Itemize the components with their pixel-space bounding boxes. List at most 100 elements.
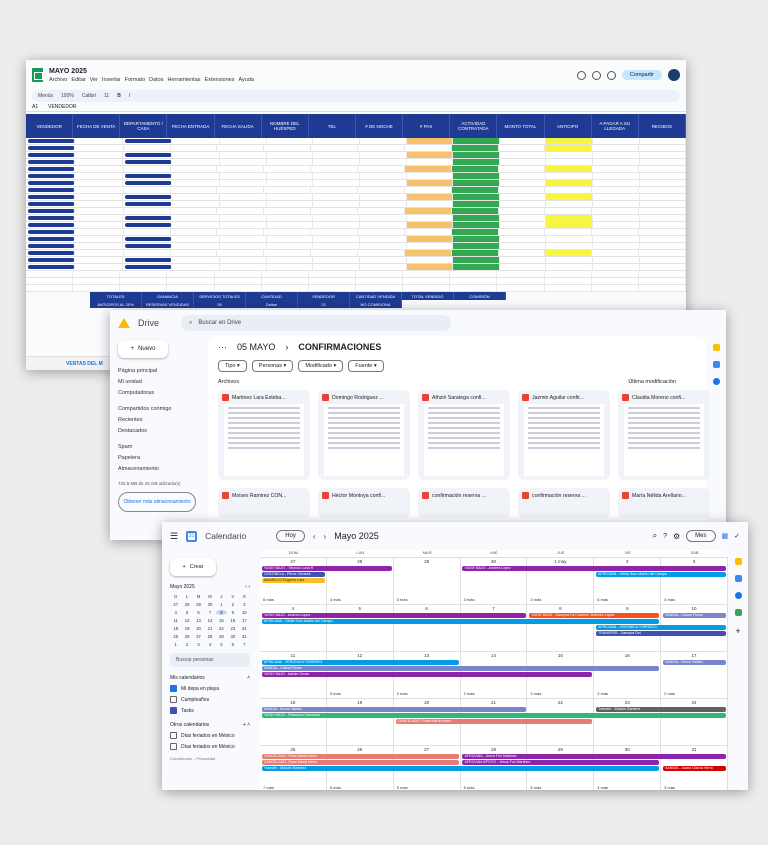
sheet-title[interactable]: MAYO 2025 xyxy=(49,68,254,75)
table-cell[interactable] xyxy=(592,250,640,256)
hamburger-icon[interactable]: ☰ xyxy=(170,531,178,542)
table-cell[interactable] xyxy=(220,201,267,207)
contacts-icon[interactable] xyxy=(712,378,720,385)
table-cell[interactable] xyxy=(546,201,593,207)
event-chip[interactable]: YATAY BAJO - Tiburcio Luna R xyxy=(261,566,392,571)
table-cell[interactable] xyxy=(217,187,265,193)
event-chip[interactable]: TRANSFER - Daneyra Del xyxy=(596,631,727,636)
event-chip[interactable]: AFRICANA - Ofelia Suro Martín del Campo xyxy=(596,572,727,577)
contacts-icon[interactable] xyxy=(734,592,742,599)
table-cell[interactable] xyxy=(28,209,75,213)
italic-icon[interactable]: I xyxy=(129,93,130,99)
mini-date[interactable]: 24 xyxy=(239,626,250,631)
menu-item[interactable]: Archivo xyxy=(49,77,67,83)
totals-cell[interactable]: Dalton xyxy=(246,300,298,308)
table-cell[interactable] xyxy=(167,278,215,284)
mini-date[interactable]: 23 xyxy=(227,626,238,631)
table-cell[interactable] xyxy=(407,257,454,263)
table-cell[interactable] xyxy=(640,138,686,144)
table-cell[interactable] xyxy=(500,201,547,207)
day-cell[interactable]: 24 xyxy=(661,699,728,745)
create-button[interactable]: + Crear xyxy=(170,558,216,576)
table-row[interactable] xyxy=(26,264,686,271)
file-card[interactable]: María Nélida Arellano... xyxy=(618,488,710,518)
calendar-item[interactable]: Mi depa en playa xyxy=(170,685,250,692)
search-people-input[interactable]: Buscar personas xyxy=(170,653,250,667)
table-cell[interactable] xyxy=(77,138,124,144)
table-cell[interactable] xyxy=(453,152,500,158)
mini-date[interactable]: 26 xyxy=(181,634,192,639)
mini-date[interactable]: 28 xyxy=(204,634,215,639)
mini-date[interactable]: 15 xyxy=(216,618,227,623)
sort-select[interactable]: Última modificación xyxy=(628,379,676,385)
table-cell[interactable] xyxy=(28,167,75,171)
table-cell[interactable] xyxy=(311,208,359,214)
checkbox[interactable] xyxy=(170,743,177,750)
table-cell[interactable] xyxy=(360,180,407,186)
table-cell[interactable] xyxy=(267,264,314,270)
day-cell[interactable]: 3 4 más xyxy=(661,558,728,604)
table-cell[interactable] xyxy=(220,138,267,144)
table-cell[interactable] xyxy=(358,250,405,256)
table-cell[interactable] xyxy=(407,173,454,179)
table-cell[interactable] xyxy=(545,250,593,256)
table-cell[interactable] xyxy=(639,250,686,256)
table-cell[interactable] xyxy=(124,208,171,214)
table-cell[interactable] xyxy=(174,243,221,249)
table-cell[interactable] xyxy=(125,265,172,269)
day-number[interactable]: 4 xyxy=(292,606,295,611)
mini-date[interactable]: 27 xyxy=(193,634,204,639)
tasks-icon[interactable] xyxy=(734,575,742,582)
mini-date[interactable]: 17 xyxy=(239,618,250,623)
table-cell[interactable] xyxy=(500,138,547,144)
keep-icon[interactable] xyxy=(734,558,742,565)
event-chip[interactable]: AFRICANA - VERONICA TORRERO xyxy=(261,660,459,665)
table-cell[interactable] xyxy=(405,229,452,235)
table-cell[interactable] xyxy=(125,244,172,248)
event-chip[interactable]: SANDIA - Liliana Flores xyxy=(663,613,727,618)
table-cell[interactable] xyxy=(640,264,686,270)
more-events-link[interactable]: 5 más xyxy=(397,785,408,790)
file-card[interactable]: Moises Ramirez CON... xyxy=(218,488,310,518)
table-cell[interactable] xyxy=(77,264,124,270)
table-cell[interactable] xyxy=(360,194,407,200)
my-calendars-header[interactable]: Mis calendarios ˄ xyxy=(170,675,250,681)
table-cell[interactable] xyxy=(174,180,221,186)
table-cell[interactable] xyxy=(174,201,221,207)
help-icon[interactable]: ? xyxy=(663,533,667,540)
table-cell[interactable] xyxy=(264,250,312,256)
table-cell[interactable] xyxy=(262,285,309,291)
table-cell[interactable] xyxy=(267,180,314,186)
file-card[interactable]: Athziri Saratega confi... xyxy=(418,390,510,480)
table-cell[interactable] xyxy=(167,285,215,291)
mini-date[interactable]: 13 xyxy=(193,618,204,623)
search-icon[interactable]: ⌕ xyxy=(653,531,657,541)
column-header[interactable]: # DE NOCHE xyxy=(356,114,404,138)
table-cell[interactable] xyxy=(125,174,172,178)
table-cell[interactable] xyxy=(171,250,218,256)
table-cell[interactable] xyxy=(356,271,404,277)
table-cell[interactable] xyxy=(453,236,500,242)
checkbox[interactable] xyxy=(170,696,177,703)
table-cell[interactable] xyxy=(500,194,547,200)
table-cell[interactable] xyxy=(77,229,124,235)
table-cell[interactable] xyxy=(262,278,309,284)
mini-date[interactable]: 19 xyxy=(181,626,192,631)
menu-item[interactable]: Ayuda xyxy=(238,77,254,83)
more-events-link[interactable]: 3 más xyxy=(397,597,408,602)
day-number[interactable]: 12 xyxy=(357,653,362,658)
calendar-logo-icon[interactable]: 31 xyxy=(186,530,198,542)
table-cell[interactable] xyxy=(174,257,221,263)
day-cell[interactable]: 6 xyxy=(394,605,461,651)
table-cell[interactable] xyxy=(640,222,686,228)
table-cell[interactable] xyxy=(220,236,267,242)
table-cell[interactable] xyxy=(125,223,172,227)
table-cell[interactable] xyxy=(356,285,404,291)
add-addon-icon[interactable]: + xyxy=(735,626,740,636)
table-cell[interactable] xyxy=(404,166,452,172)
day-number[interactable]: 11 xyxy=(291,653,296,658)
table-cell[interactable] xyxy=(403,278,451,284)
more-icon[interactable]: ··· xyxy=(218,342,227,352)
table-cell[interactable] xyxy=(500,152,547,158)
month-grid[interactable]: DOM LUN MAR MIÉ JUE VIE SÁB 27 6 más 28 4 más 29 3 … xyxy=(260,550,728,790)
